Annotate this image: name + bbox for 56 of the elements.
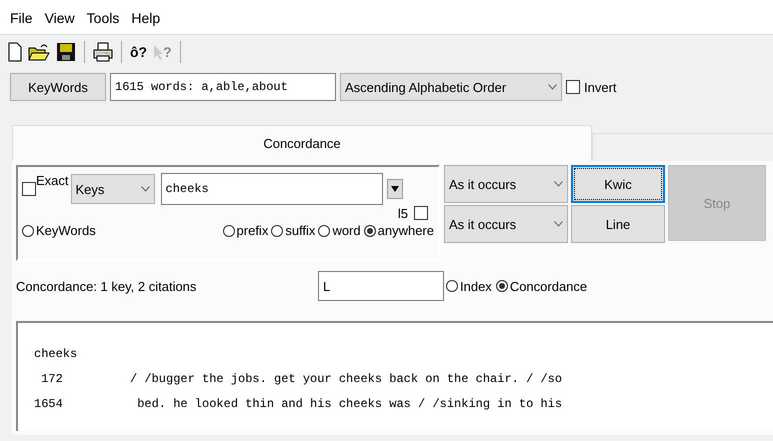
radio-button[interactable] bbox=[364, 224, 376, 236]
radio-button[interactable] bbox=[496, 280, 508, 292]
chevron-icon bbox=[554, 221, 563, 227]
filter-field[interactable]: L bbox=[318, 271, 444, 301]
triangle-icon bbox=[390, 186, 399, 192]
tab[interactable]: Concordance bbox=[12, 125, 592, 161]
citation-text: / /bugger the jobs. get your cheeks back on the chair. / /so bbox=[130, 372, 562, 386]
sort-dropdown[interactable]: As it occurs bbox=[444, 165, 568, 203]
order-value: Ascending Alphabetic Order bbox=[345, 80, 506, 94]
sort-value: As it occurs bbox=[449, 176, 516, 192]
chevron-icon bbox=[554, 181, 563, 187]
help-button[interactable]: ô? bbox=[130, 44, 148, 60]
menu-item[interactable]: Tools bbox=[86, 10, 120, 26]
menu-item[interactable]: Help bbox=[131, 10, 160, 26]
kwic-button[interactable]: Kwic bbox=[571, 165, 665, 203]
exact-checkbox[interactable] bbox=[22, 182, 36, 196]
limit-checkbox[interactable] bbox=[414, 206, 428, 220]
line-number: 1654 bbox=[34, 396, 64, 410]
sort-dropdown[interactable]: As it occurs bbox=[444, 205, 568, 243]
radio-label: anywhere bbox=[378, 223, 434, 238]
line-number: 172 bbox=[40, 372, 64, 386]
search-field[interactable]: cheeks bbox=[160, 173, 383, 205]
chevron-icon bbox=[548, 84, 557, 90]
keywords-field[interactable]: 1615 words: a,able,about bbox=[110, 73, 336, 101]
sort-value: As it occurs bbox=[449, 216, 516, 232]
radio-label: prefix bbox=[236, 223, 268, 238]
keywords-button[interactable]: KeyWords bbox=[10, 73, 106, 101]
radio-button[interactable] bbox=[318, 224, 330, 236]
radio-label: suffix bbox=[285, 223, 316, 238]
save-icon[interactable] bbox=[56, 42, 76, 62]
new-document-icon[interactable] bbox=[8, 42, 22, 62]
radio-button[interactable] bbox=[271, 224, 284, 236]
printer-icon[interactable] bbox=[93, 42, 113, 62]
exact-label: Exact bbox=[36, 173, 69, 188]
invert-label: Invert bbox=[584, 80, 617, 94]
radio-button[interactable] bbox=[22, 224, 34, 236]
radio-button[interactable] bbox=[222, 224, 235, 236]
open-folder-icon[interactable] bbox=[28, 42, 50, 62]
scope-dropdown[interactable]: Keys bbox=[70, 174, 155, 204]
line-button[interactable]: Line bbox=[571, 205, 665, 243]
radio-button[interactable] bbox=[446, 280, 458, 292]
order-dropdown[interactable]: Ascending Alphabetic Order bbox=[340, 73, 562, 101]
menu-item[interactable]: File bbox=[10, 10, 33, 26]
scope-value: Keys bbox=[76, 182, 104, 196]
radio-label: word bbox=[332, 223, 361, 238]
radio-label: KeyWords bbox=[36, 223, 96, 238]
limit-label: l5 bbox=[398, 206, 408, 220]
citation-text: bed. he looked thin and his cheeks was / /sinking in to his bbox=[136, 396, 562, 410]
menu-item[interactable]: View bbox=[44, 10, 75, 26]
invert-checkbox[interactable] bbox=[566, 80, 580, 94]
status-text: Concordance: 1 key, 2 citations bbox=[16, 278, 198, 294]
chevron-icon bbox=[140, 186, 150, 192]
radio-label: Index bbox=[460, 278, 492, 294]
dropdown-button[interactable] bbox=[386, 179, 403, 199]
key-word: cheeks bbox=[34, 347, 78, 363]
radio-label: Concordance bbox=[510, 278, 588, 294]
